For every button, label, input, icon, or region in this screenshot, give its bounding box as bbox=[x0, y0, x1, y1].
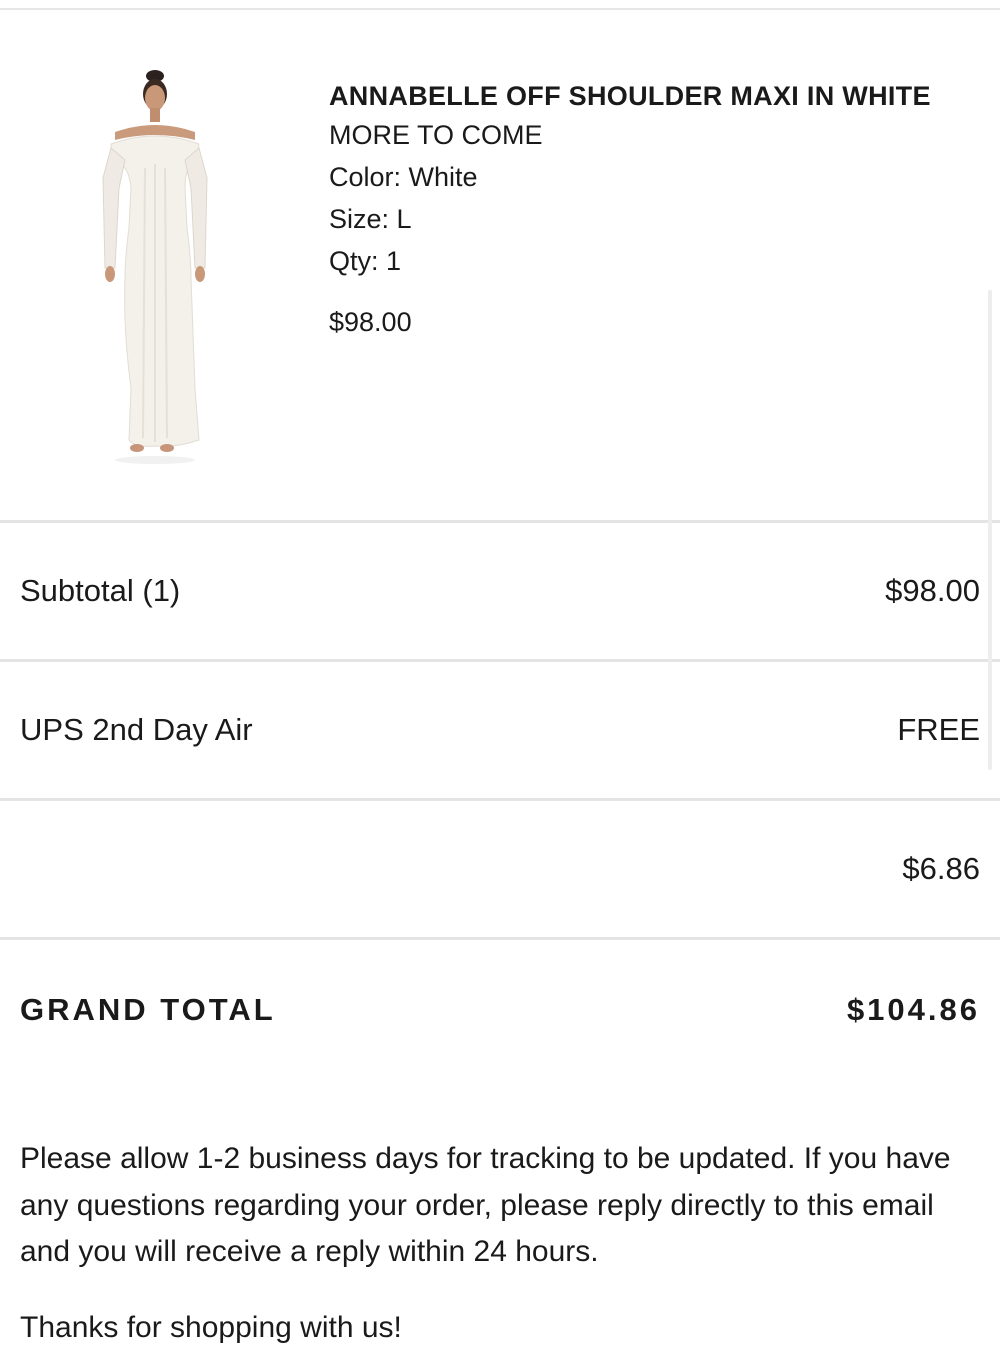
tracking-note: Please allow 1-2 business days for track… bbox=[20, 1142, 951, 1268]
thanks-message: Thanks for shopping with us! bbox=[20, 1311, 402, 1344]
shipping-row: UPS 2nd Day Air FREE bbox=[0, 662, 1000, 798]
grand-total-row: GRAND TOTAL $104.86 bbox=[0, 942, 1000, 1078]
product-qty: Qty: 1 bbox=[329, 246, 402, 276]
subtotal-label: Subtotal (1) bbox=[20, 573, 181, 608]
product-price: $98.00 bbox=[329, 307, 412, 337]
shipping-label: UPS 2nd Day Air bbox=[20, 712, 253, 747]
shipping-value: FREE bbox=[897, 712, 980, 747]
product-size: Size: L bbox=[329, 204, 412, 234]
tax-row: $6.86 bbox=[0, 801, 1000, 937]
order-item: ANNABELLE OFF SHOULDER MAXI IN WHITE MOR… bbox=[0, 10, 1000, 520]
product-details: ANNABELLE OFF SHOULDER MAXI IN WHITE MOR… bbox=[329, 78, 931, 340]
subtotal-row: Subtotal (1) $98.00 bbox=[0, 523, 1000, 659]
scrollbar[interactable] bbox=[988, 290, 992, 770]
grand-total-value: $104.86 bbox=[846, 992, 980, 1027]
subtotal-value: $98.00 bbox=[885, 573, 980, 608]
divider bbox=[0, 937, 1000, 940]
product-color: Color: White bbox=[329, 162, 478, 192]
product-name[interactable]: ANNABELLE OFF SHOULDER MAXI IN WHITE bbox=[329, 78, 931, 114]
product-image[interactable] bbox=[95, 68, 215, 468]
tax-value: $6.86 bbox=[902, 851, 980, 886]
grand-total-label: GRAND TOTAL bbox=[20, 992, 276, 1027]
product-brand: MORE TO COME bbox=[329, 120, 543, 150]
